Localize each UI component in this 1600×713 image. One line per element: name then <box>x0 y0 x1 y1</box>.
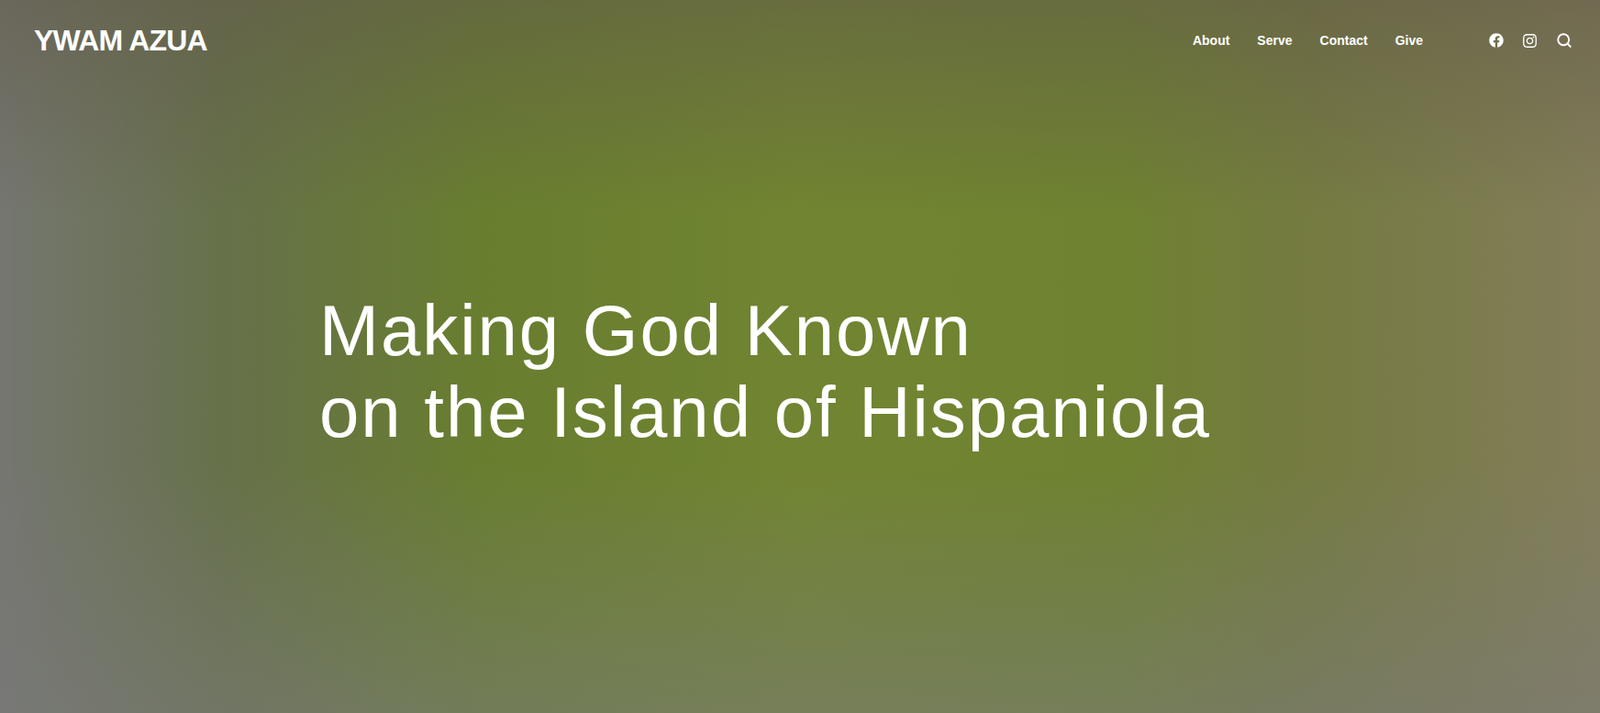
headline-line: on the Island of Hispaniola <box>319 371 1600 454</box>
site-header: YWAM AZUA About Serve Contact Give <box>0 0 1600 81</box>
instagram-icon[interactable] <box>1522 33 1538 49</box>
page: YWAM AZUA About Serve Contact Give Making God… <box>0 0 1600 713</box>
headline-line: Making God Known <box>319 289 1600 372</box>
search-icon[interactable] <box>1555 32 1573 49</box>
nav-link[interactable]: Contact <box>1320 31 1368 51</box>
main-nav: About Serve Contact Give <box>1192 31 1423 51</box>
hero: Making God Knownon the Island of Hispani… <box>0 80 1600 713</box>
nav-link[interactable]: About <box>1192 31 1230 51</box>
facebook-icon[interactable] <box>1488 33 1504 48</box>
nav-link[interactable]: Serve <box>1256 31 1292 51</box>
nav-link[interactable]: Give <box>1395 31 1423 51</box>
hero-headline: Making God Knownon the Island of Hispani… <box>319 289 1600 454</box>
site-logo[interactable]: YWAM AZUA <box>33 25 208 56</box>
